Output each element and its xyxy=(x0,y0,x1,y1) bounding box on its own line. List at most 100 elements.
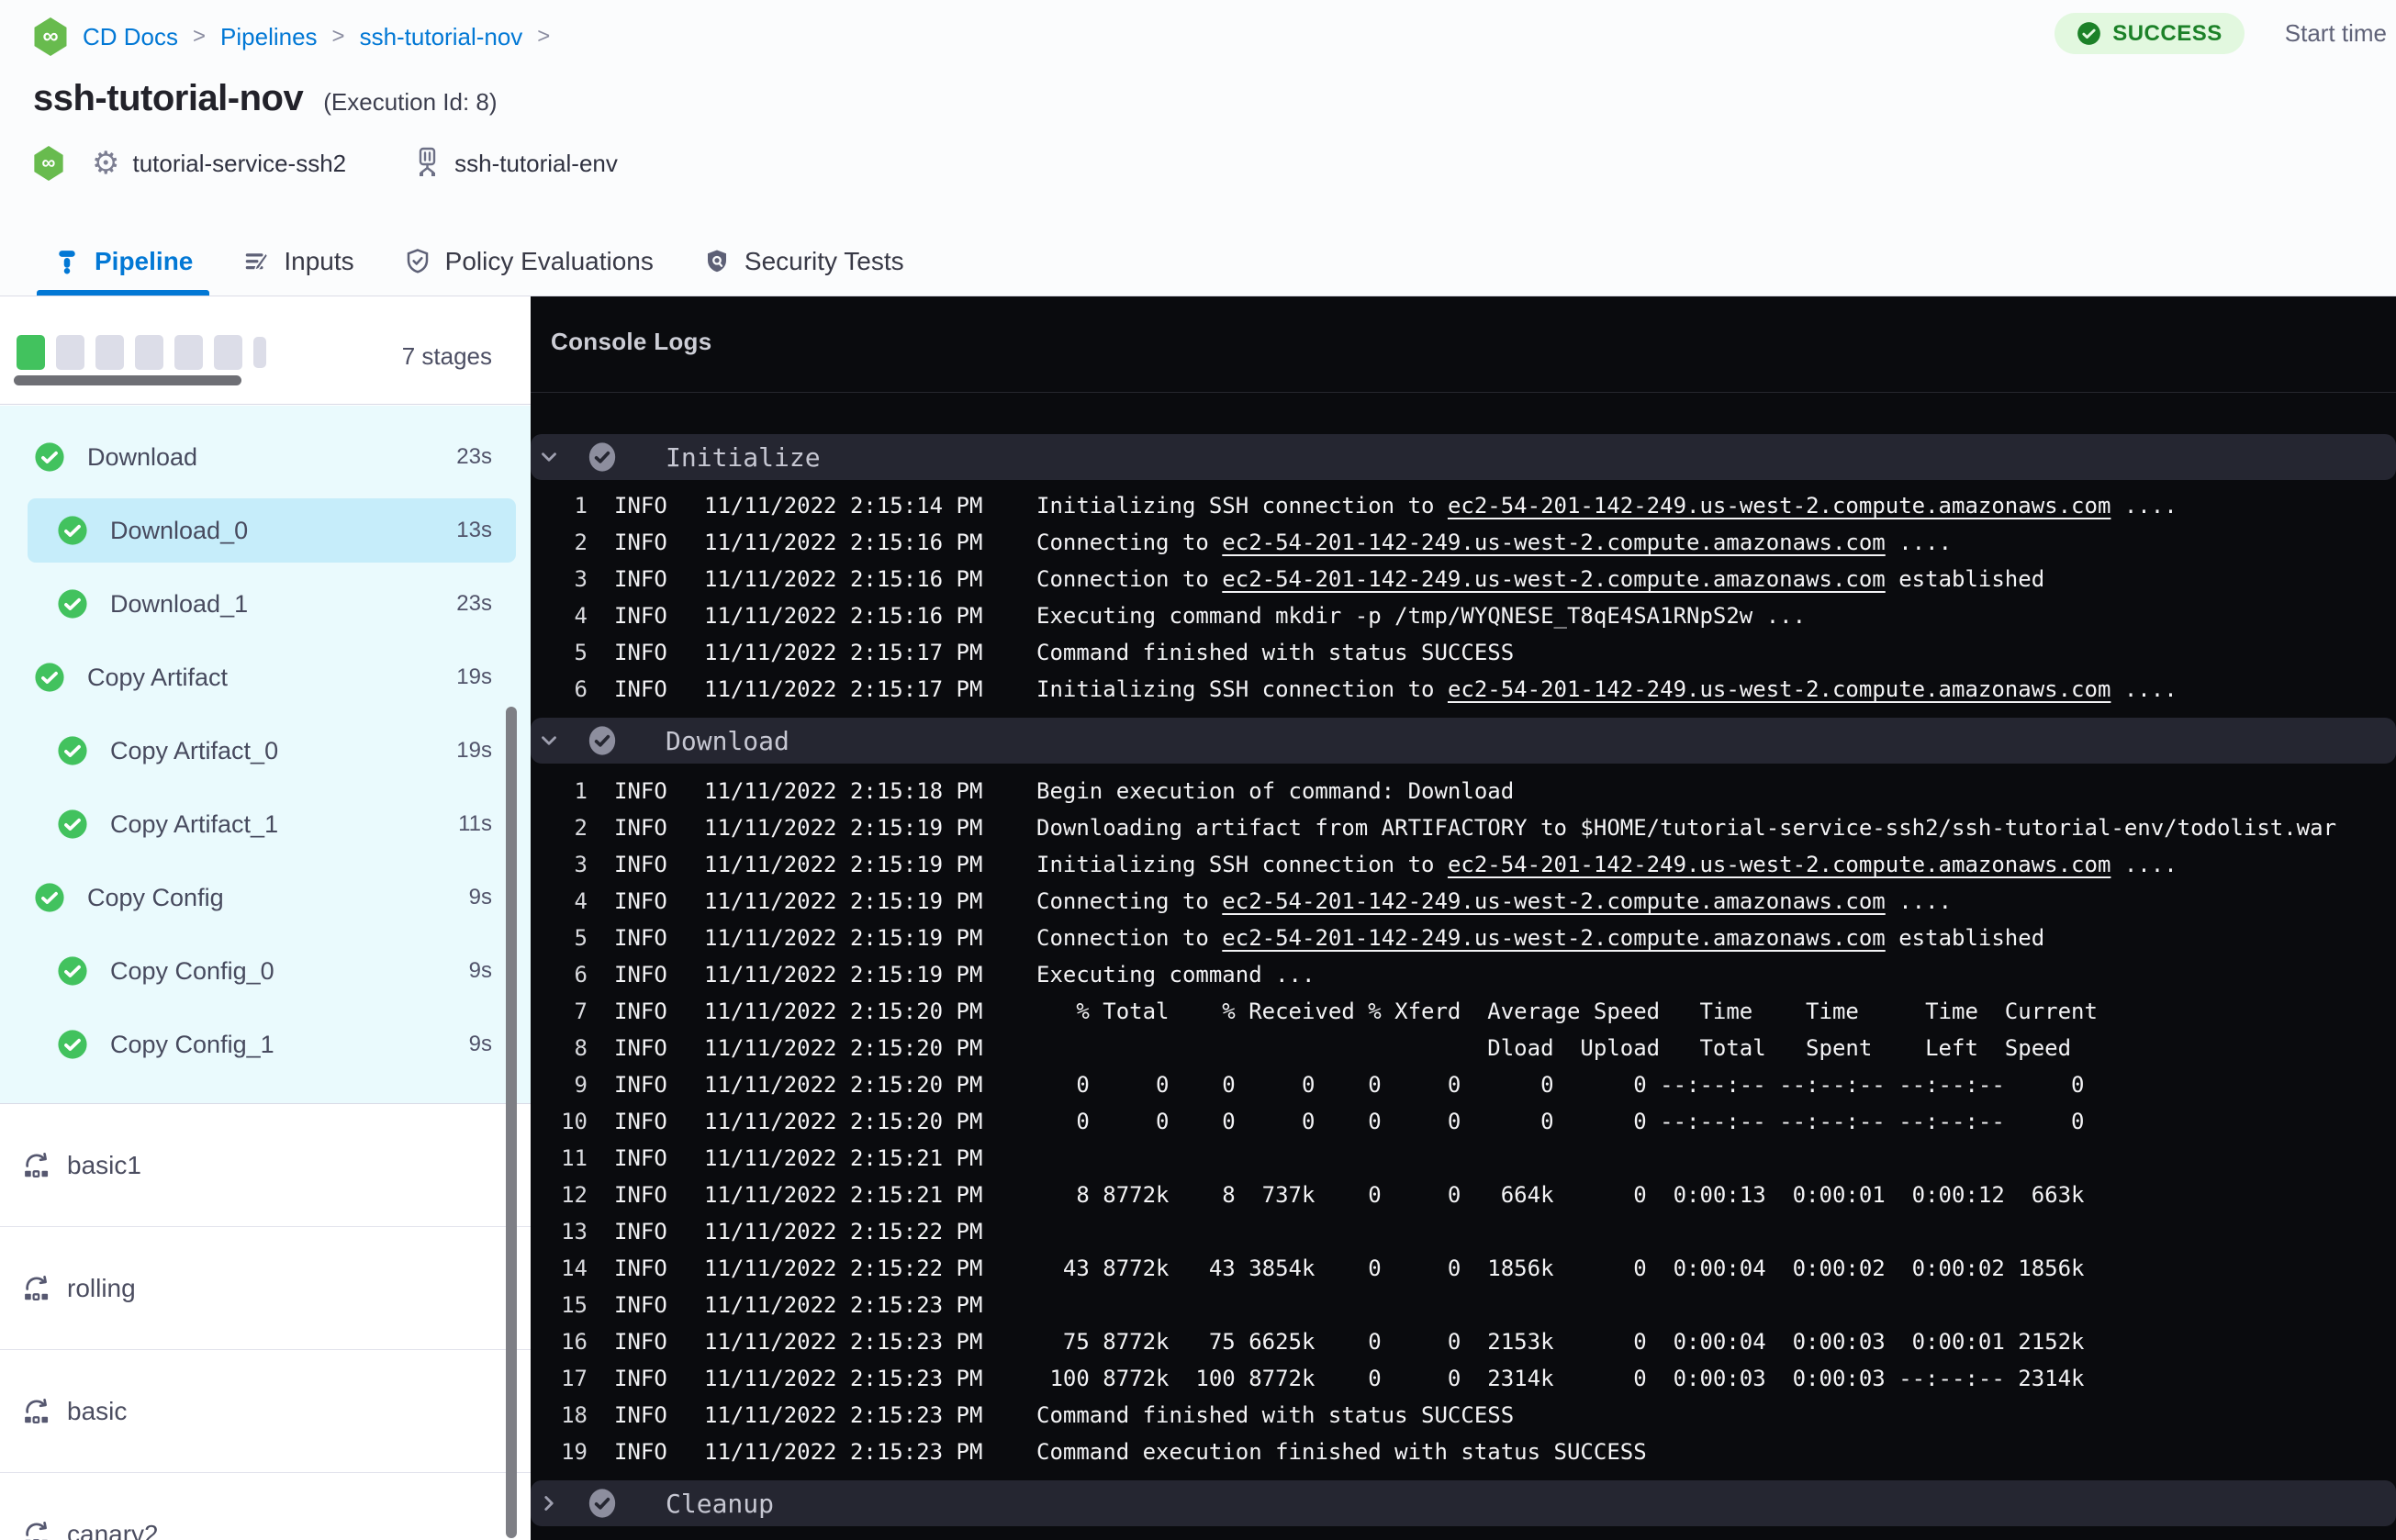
execution-id: (Execution Id: 8) xyxy=(323,88,498,116)
breadcrumb-link[interactable]: ssh-tutorial-nov xyxy=(360,23,523,51)
log-message-text: 0 0 0 0 0 0 0 0 --:--:-- --:--:-- --:--:… xyxy=(1036,1072,2085,1098)
log-message: Executing command ... xyxy=(1036,962,1315,988)
environment-icon xyxy=(412,146,442,182)
log-timestamp: 11/11/2022 2:15:23 PM xyxy=(704,1439,983,1465)
stage-success-check-icon xyxy=(58,516,87,545)
service-env-row: ∞ ⚙ tutorial-service-ssh2 ssh-tutorial-e… xyxy=(33,142,618,184)
service-name[interactable]: tutorial-service-ssh2 xyxy=(132,150,346,178)
security-shield-icon xyxy=(707,250,726,273)
breadcrumb-link[interactable]: CD Docs xyxy=(83,23,178,51)
tab-label: Pipeline xyxy=(95,247,194,275)
pipeline-item-canary2[interactable]: canary2 xyxy=(0,1473,531,1540)
log-line-number: 2 xyxy=(574,530,588,555)
log-host-link[interactable]: ec2-54-201-142-249.us-west-2.compute.ama… xyxy=(1222,888,1885,914)
breadcrumb-separator: > xyxy=(331,24,345,49)
environment-name[interactable]: ssh-tutorial-env xyxy=(454,150,618,178)
execution-sidebar: 7 stages Download 23s Download_0 13s Dow… xyxy=(0,296,531,1540)
log-message-text: Dload Upload Total Spent Left Speed xyxy=(1036,1035,2072,1061)
tab-inputs[interactable]: Inputs xyxy=(242,228,354,296)
log-section-header-cleanup[interactable]: Cleanup xyxy=(531,1480,2396,1526)
log-line-number: 4 xyxy=(574,603,588,629)
log-line-number: 15 xyxy=(561,1292,588,1318)
log-line: 16 INFO 11/11/2022 2:15:23 PM 75 8772k 75 … xyxy=(531,1323,2396,1360)
log-host-link[interactable]: ec2-54-201-142-249.us-west-2.compute.ama… xyxy=(1448,676,2110,702)
log-timestamp: 11/11/2022 2:15:23 PM xyxy=(704,1292,983,1318)
stage-row-copy config_1[interactable]: Copy Config_1 9s xyxy=(0,1008,531,1081)
log-host-link[interactable]: ec2-54-201-142-249.us-west-2.compute.ama… xyxy=(1222,530,1885,555)
stage-success-check-icon xyxy=(35,663,64,692)
log-level: INFO xyxy=(614,1366,667,1391)
tab-policy-evaluations[interactable]: Policy Evaluations xyxy=(404,228,654,296)
stage-progress-scrollbar[interactable] xyxy=(14,375,241,385)
pipeline-strategy-icon xyxy=(25,1275,49,1301)
log-line: 5 INFO 11/11/2022 2:15:19 PM Connection to … xyxy=(531,920,2396,956)
stage-row-download_1[interactable]: Download_1 23s xyxy=(0,567,531,641)
log-message-text: Command finished with status SUCCESS xyxy=(1036,640,1515,665)
log-message: 43 8772k 43 3854k 0 0 1856k 0 0:00:04 0:… xyxy=(1036,1255,2085,1281)
log-level: INFO xyxy=(614,640,667,665)
log-line: 2 INFO 11/11/2022 2:15:19 PM Downloading ar… xyxy=(531,809,2396,846)
page-header: ∞ CD Docs > Pipelines > ssh-tutorial-nov > SU… xyxy=(0,0,2396,296)
stage-row-copy config[interactable]: Copy Config 9s xyxy=(0,861,531,934)
log-timestamp: 11/11/2022 2:15:16 PM xyxy=(704,603,983,629)
log-level: INFO xyxy=(614,888,667,914)
log-timestamp: 11/11/2022 2:15:17 PM xyxy=(704,676,983,702)
log-message: Executing command mkdir -p /tmp/WYQNESE_… xyxy=(1036,603,1806,629)
log-line: 4 INFO 11/11/2022 2:15:19 PM Connecting to … xyxy=(531,883,2396,920)
log-timestamp: 11/11/2022 2:15:20 PM xyxy=(704,1072,983,1098)
log-level: INFO xyxy=(614,1072,667,1098)
log-line-number: 10 xyxy=(561,1109,588,1134)
stage-label: Download xyxy=(87,442,198,471)
breadcrumb-link[interactable]: Pipelines xyxy=(220,23,318,51)
stage-duration: 19s xyxy=(456,664,492,689)
log-message-text: Initializing SSH connection to xyxy=(1036,852,1448,877)
log-message: Command finished with status SUCCESS xyxy=(1036,640,1514,665)
stage-row-download_0[interactable]: Download_0 13s xyxy=(0,494,531,567)
tab-security-tests[interactable]: Security Tests xyxy=(703,228,904,296)
log-host-link[interactable]: ec2-54-201-142-249.us-west-2.compute.ama… xyxy=(1222,566,1885,592)
console-logs-title: Console Logs xyxy=(551,328,712,355)
log-line-number: 16 xyxy=(561,1329,588,1355)
stage-row-download[interactable]: Download 23s xyxy=(0,420,531,494)
log-level: INFO xyxy=(614,1145,667,1171)
stage-square-completed xyxy=(17,335,45,370)
log-timestamp: 11/11/2022 2:15:20 PM xyxy=(704,1109,983,1134)
pipeline-item-basic[interactable]: basic xyxy=(0,1350,531,1473)
tab-label: Policy Evaluations xyxy=(444,247,654,275)
pipeline-item-basic1[interactable]: basic1 xyxy=(0,1104,531,1227)
pipeline-item-rolling[interactable]: rolling xyxy=(0,1227,531,1350)
tab-pipeline[interactable]: Pipeline xyxy=(37,228,210,296)
log-timestamp: 11/11/2022 2:15:19 PM xyxy=(704,888,983,914)
log-message-text: .... xyxy=(2110,852,2178,877)
pipeline-list: basic1 rolling basic canary2 xyxy=(0,1104,531,1540)
log-host-link[interactable]: ec2-54-201-142-249.us-west-2.compute.ama… xyxy=(1448,852,2110,877)
log-message: Initializing SSH connection to ec2-54-20… xyxy=(1036,493,2178,519)
log-level: INFO xyxy=(614,999,667,1024)
stage-count-label: 7 stages xyxy=(401,342,492,370)
log-line-number: 14 xyxy=(561,1255,588,1281)
stage-row-copy config_0[interactable]: Copy Config_0 9s xyxy=(0,934,531,1008)
chevron-down-icon xyxy=(542,736,556,745)
stage-row-copy artifact[interactable]: Copy Artifact 19s xyxy=(0,641,531,714)
stage-row-copy artifact_0[interactable]: Copy Artifact_0 19s xyxy=(0,714,531,787)
log-section-header-initialize[interactable]: Initialize xyxy=(531,434,2396,480)
log-message-text: Initializing SSH connection to xyxy=(1036,493,1448,519)
log-line-number: 13 xyxy=(561,1219,588,1244)
log-line-number: 8 xyxy=(574,1035,588,1061)
log-level: INFO xyxy=(614,962,667,988)
log-message-text: 0 0 0 0 0 0 0 0 --:--:-- --:--:-- --:--:… xyxy=(1036,1109,2085,1134)
log-host-link[interactable]: ec2-54-201-142-249.us-west-2.compute.ama… xyxy=(1448,493,2110,519)
log-section-title: Cleanup xyxy=(666,1488,775,1519)
stage-row-copy artifact_1[interactable]: Copy Artifact_1 11s xyxy=(0,787,531,861)
selected-stage-highlight xyxy=(28,498,516,563)
log-message-text: .... xyxy=(1885,888,1953,914)
log-section-header-download[interactable]: Download xyxy=(531,718,2396,764)
pipeline-icon xyxy=(59,251,75,274)
log-host-link[interactable]: ec2-54-201-142-249.us-west-2.compute.ama… xyxy=(1222,925,1885,951)
pipeline-strategy-icon xyxy=(25,1521,48,1540)
harness-logo-icon: ∞ xyxy=(34,17,67,56)
sidebar-scrollbar[interactable] xyxy=(506,707,517,1538)
log-timestamp: 11/11/2022 2:15:19 PM xyxy=(704,925,983,951)
step-success-check-icon xyxy=(588,442,616,472)
log-message-text: established xyxy=(1885,925,2045,951)
